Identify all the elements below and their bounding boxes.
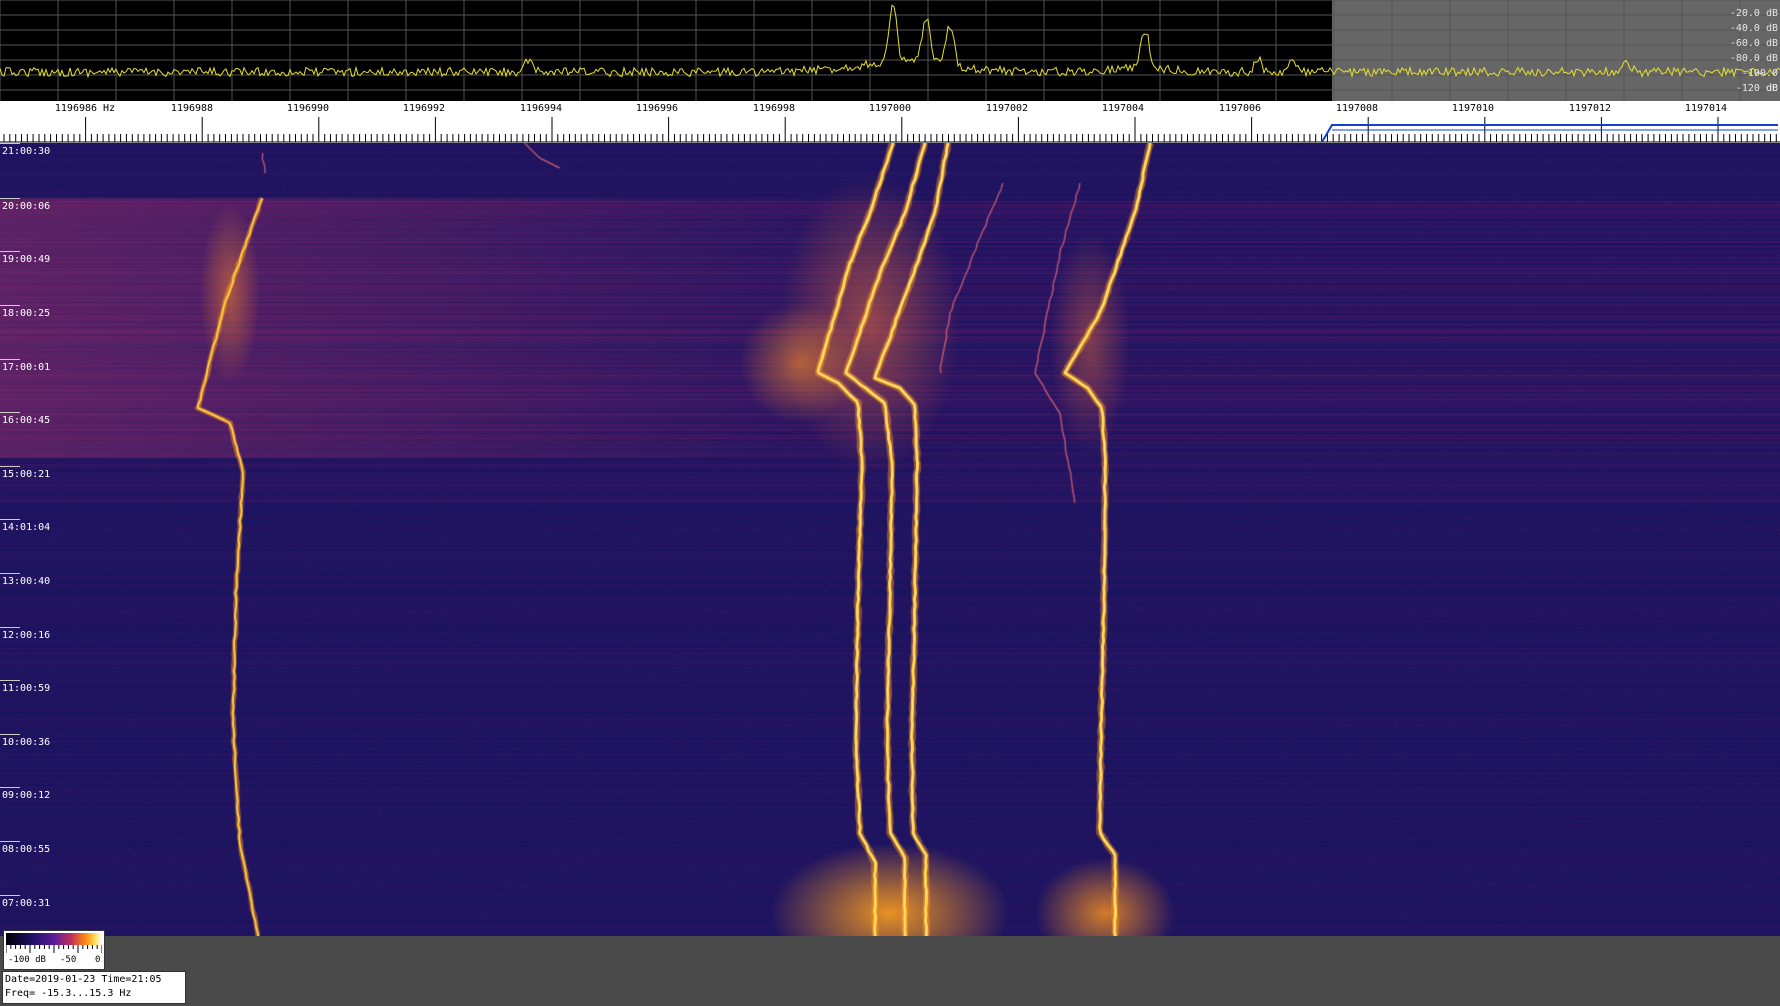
- color-scale-ticks: [6, 945, 102, 953]
- time-label: 08:00:55: [2, 844, 51, 855]
- freq-label: 1196988: [170, 103, 214, 114]
- time-label: 13:00:40: [2, 576, 51, 587]
- freq-label: 1197002: [985, 103, 1029, 114]
- freq-label: 1196994: [519, 103, 563, 114]
- time-label: 15:00:21: [2, 469, 51, 480]
- color-scale-label: -100 dB: [8, 955, 46, 965]
- db-label: -80.0 dB: [1729, 53, 1778, 64]
- time-label: 14:01:04: [2, 522, 51, 533]
- freq-label: 1197006: [1218, 103, 1262, 114]
- freq-label: 1196996: [635, 103, 679, 114]
- color-scale: -100 dB -50 0: [3, 930, 105, 970]
- db-label: -120 dB: [1735, 83, 1778, 94]
- waterfall-display[interactable]: 21:00:30 20:00:06 19:00:49 18:00:25 17:0…: [0, 143, 1780, 936]
- freq-label: 1196992: [402, 103, 446, 114]
- freq-label: 1196986 Hz: [54, 103, 116, 114]
- color-scale-label: 0: [95, 955, 101, 965]
- freq-label: 1197010: [1451, 103, 1495, 114]
- time-label: 09:00:12: [2, 790, 51, 801]
- time-label: 12:00:16: [2, 630, 51, 641]
- db-label: -60.0 dB: [1729, 38, 1778, 49]
- freq-label: 1197012: [1568, 103, 1612, 114]
- spectrum-panel: -20.0 dB -40.0 dB -60.0 dB -80.0 dB -100…: [0, 0, 1780, 101]
- time-label: 20:00:06: [2, 201, 51, 212]
- date-time-readout: Date=2019-01-23 Time=21:05: [5, 974, 162, 985]
- freq-label: 1197008: [1335, 103, 1379, 114]
- status-bar: [0, 936, 1780, 1006]
- time-label: 18:00:25: [2, 308, 51, 319]
- time-label: 11:00:59: [2, 683, 51, 694]
- frequency-range-readout: Freq= -15.3...15.3 Hz: [5, 988, 132, 999]
- db-scale: -20.0 dB -40.0 dB -60.0 dB -80.0 dB -100…: [1728, 6, 1778, 96]
- time-label: 21:00:30: [2, 146, 51, 157]
- info-panel: Date=2019-01-23 Time=21:05 Freq= -15.3..…: [2, 971, 186, 1004]
- time-label: 16:00:45: [2, 415, 51, 426]
- time-label: 19:00:49: [2, 254, 51, 265]
- time-label: 10:00:36: [2, 737, 51, 748]
- db-label: -20.0 dB: [1729, 8, 1778, 19]
- freq-label: 1197014: [1684, 103, 1728, 114]
- color-gradient: [6, 933, 102, 945]
- freq-label: 1197004: [1101, 103, 1145, 114]
- db-label: -40.0 dB: [1729, 23, 1778, 34]
- waterfall-canvas[interactable]: [0, 143, 1780, 936]
- spectrum-plot: [0, 0, 1780, 101]
- time-label: 07:00:31: [2, 898, 51, 909]
- freq-label: 1197000: [868, 103, 912, 114]
- db-label: -100.0 dB: [1741, 68, 1778, 94]
- frequency-axis[interactable]: 1196986 Hz 1196988 1196990 1196992 11969…: [0, 101, 1780, 143]
- time-label: 17:00:01: [2, 362, 51, 373]
- color-scale-label: -50: [60, 955, 77, 965]
- freq-label: 1196998: [752, 103, 796, 114]
- freq-label: 1196990: [286, 103, 330, 114]
